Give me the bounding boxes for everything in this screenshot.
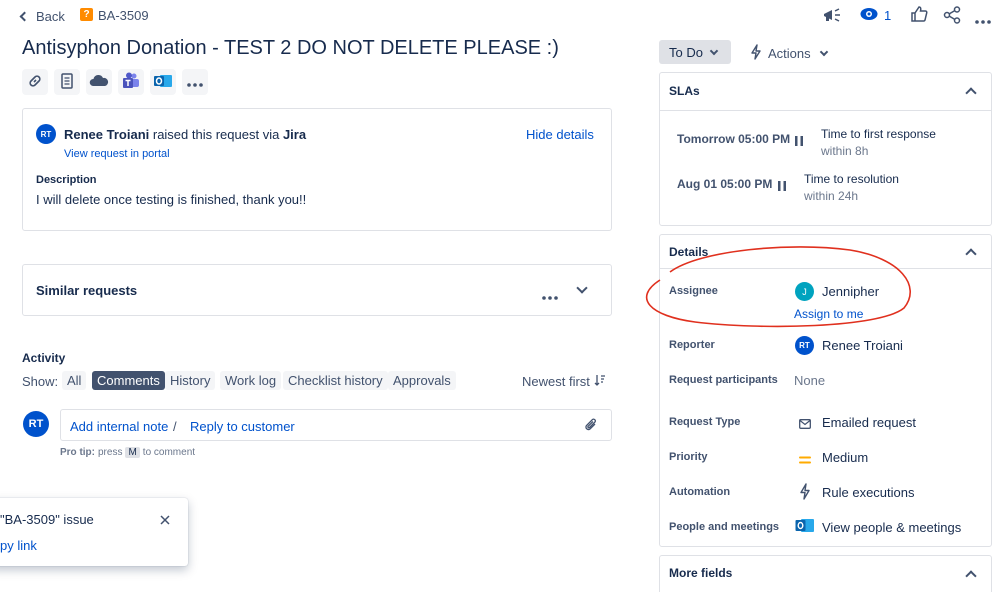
- issue-key-breadcrumb[interactable]: BA-3509: [98, 8, 149, 23]
- automation-label: Automation: [669, 486, 731, 498]
- status-label: To Do: [669, 44, 703, 60]
- sla-within-1: within 8h: [821, 144, 869, 158]
- chevron-down-icon: [819, 47, 828, 57]
- copy-link-button[interactable]: py link: [0, 538, 37, 553]
- raised-text: raised this request via: [149, 127, 283, 142]
- hide-details-link[interactable]: Hide details: [526, 127, 594, 142]
- pause-icon: [778, 179, 786, 194]
- email-icon: [799, 417, 811, 432]
- link-issue-button[interactable]: [22, 69, 48, 95]
- priority-value[interactable]: Medium: [822, 450, 868, 465]
- cloud-icon: [89, 74, 109, 91]
- participants-label: Request participants: [669, 374, 778, 386]
- teams-button[interactable]: [118, 69, 144, 95]
- description-text[interactable]: I will delete once testing is finished, …: [36, 192, 306, 207]
- teams-icon: [121, 72, 141, 93]
- pro-tip-press: press: [98, 447, 123, 458]
- tab-all[interactable]: All: [62, 371, 87, 390]
- people-meetings-value[interactable]: View people & meetings: [822, 520, 961, 535]
- sla-goal-1: Time to first response: [821, 127, 936, 141]
- sla-time-1: Tomorrow 05:00 PM: [677, 132, 791, 146]
- show-label: Show:: [22, 374, 59, 389]
- priority-label: Priority: [669, 451, 708, 463]
- keyboard-key: M: [125, 447, 140, 458]
- tab-approvals[interactable]: Approvals: [388, 371, 456, 390]
- more-fields-heading[interactable]: More fields: [669, 566, 732, 580]
- pro-tip-suffix: to comment: [142, 447, 196, 458]
- automation-value[interactable]: Rule executions: [822, 485, 915, 500]
- slas-header-divider: [660, 110, 991, 111]
- similar-requests-label: Similar requests: [36, 283, 138, 298]
- document-icon: [60, 72, 74, 92]
- reporter-value[interactable]: Renee Troiani: [822, 338, 903, 353]
- pro-tip-label: Pro tip:: [60, 447, 95, 458]
- status-dropdown[interactable]: To Do: [659, 40, 731, 64]
- tab-history[interactable]: History: [165, 371, 216, 390]
- similar-more-icon[interactable]: [542, 288, 558, 303]
- copy-link-toast: [0, 498, 188, 566]
- watch-count: 1: [884, 7, 892, 23]
- participants-value[interactable]: None: [794, 373, 825, 388]
- people-meetings-label: People and meetings: [669, 521, 780, 533]
- annotation-circle: [640, 240, 918, 335]
- reply-to-customer-link[interactable]: Reply to customer: [190, 419, 295, 434]
- watch-button[interactable]: 1: [860, 6, 891, 24]
- lightning-icon: [799, 483, 811, 503]
- request-raised-line: Renee Troiani raised this request via Ji…: [64, 127, 306, 142]
- reporter-avatar: RT: [36, 124, 56, 144]
- reporter-label: Reporter: [669, 339, 715, 351]
- priority-medium-icon: [799, 452, 811, 467]
- toast-title: "BA-3509" issue: [0, 512, 94, 527]
- view-in-portal-link[interactable]: View request in portal: [64, 148, 170, 160]
- back-label: Back: [36, 8, 65, 24]
- issue-type-icon: ?: [80, 8, 93, 21]
- reporter-avatar-small: RT: [795, 336, 814, 355]
- add-internal-note-link[interactable]: Add internal note: [70, 419, 168, 434]
- tab-work-log[interactable]: Work log: [220, 371, 282, 390]
- request-type-value[interactable]: Emailed request: [822, 415, 916, 430]
- request-type-label: Request Type: [669, 416, 741, 428]
- pro-tip: Pro tip: press M to comment: [60, 447, 195, 458]
- confluence-page-button[interactable]: [54, 69, 80, 95]
- actions-button[interactable]: Actions: [750, 44, 828, 63]
- chevron-left-icon: [19, 11, 30, 21]
- sla-goal-2: Time to resolution: [804, 172, 899, 186]
- description-label: Description: [36, 174, 97, 186]
- back-button[interactable]: Back: [18, 8, 65, 24]
- sla-within-2: within 24h: [804, 189, 859, 203]
- sla-time-2: Aug 01 05:00 PM: [677, 177, 773, 191]
- actions-label: Actions: [768, 46, 811, 61]
- eye-icon: [860, 7, 878, 24]
- issue-title[interactable]: Antisyphon Donation - TEST 2 DO NOT DELE…: [22, 37, 559, 60]
- pause-icon: [795, 134, 803, 149]
- outlook-icon: [153, 72, 173, 93]
- comment-separator: /: [173, 419, 177, 434]
- chevron-down-icon: [709, 46, 719, 55]
- share-icon[interactable]: [943, 6, 961, 24]
- current-user-avatar: RT: [23, 411, 49, 437]
- channel-name: Jira: [282, 127, 307, 142]
- tab-comments[interactable]: Comments: [92, 371, 165, 390]
- onedrive-button[interactable]: [86, 69, 112, 95]
- lightning-icon: [750, 44, 762, 63]
- outlook-icon: [795, 517, 815, 537]
- sort-order-button[interactable]: Newest first: [522, 374, 606, 389]
- like-icon[interactable]: [910, 5, 928, 23]
- more-options-icon[interactable]: [975, 12, 991, 24]
- more-icon: [187, 75, 203, 90]
- sort-icon: [594, 374, 606, 389]
- link-icon: [27, 73, 43, 92]
- feedback-icon[interactable]: [822, 6, 842, 24]
- activity-heading: Activity: [22, 351, 66, 365]
- outlook-button[interactable]: [150, 69, 176, 95]
- reporter-name[interactable]: Renee Troiani: [64, 127, 149, 142]
- tab-checklist-history[interactable]: Checklist history: [283, 371, 388, 390]
- more-apps-button[interactable]: [182, 69, 208, 95]
- sort-label: Newest first: [522, 374, 590, 389]
- attachment-icon[interactable]: [584, 417, 598, 436]
- close-icon[interactable]: [160, 513, 170, 528]
- slas-heading[interactable]: SLAs: [669, 84, 700, 98]
